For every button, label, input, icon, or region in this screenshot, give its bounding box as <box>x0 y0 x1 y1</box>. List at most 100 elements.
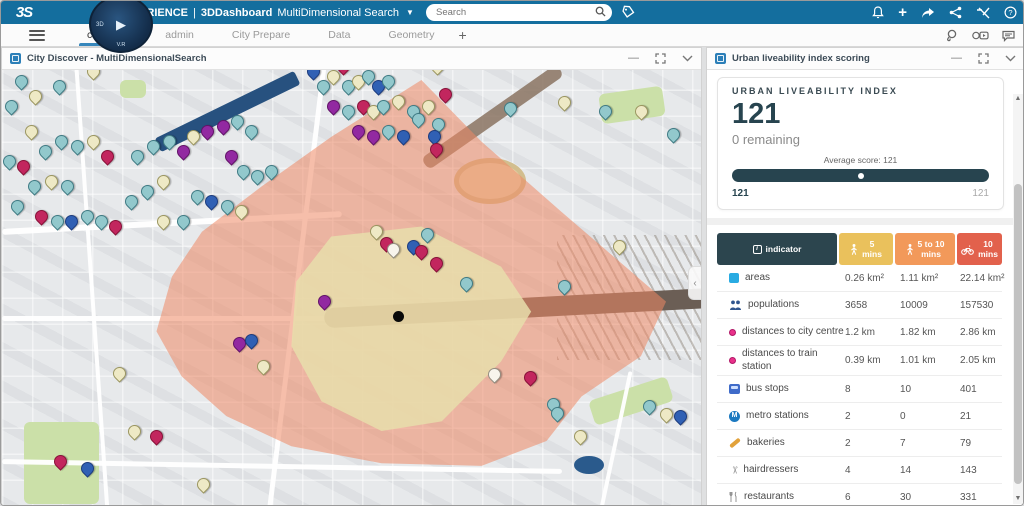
map-pin[interactable] <box>202 192 220 210</box>
dassault-systemes-logo[interactable]: 3S <box>1 4 47 21</box>
tag-icon[interactable] <box>621 5 635 19</box>
map-pin[interactable] <box>22 122 40 140</box>
map-pin[interactable] <box>610 237 628 255</box>
map-pin[interactable] <box>144 137 162 155</box>
map-pin[interactable] <box>36 142 54 160</box>
map-pin[interactable] <box>174 212 192 230</box>
map-pin[interactable] <box>78 459 96 477</box>
map-pin[interactable] <box>262 162 280 180</box>
tab-admin[interactable]: admin <box>157 24 202 46</box>
panel-scrollbar[interactable]: ▲ ▼ <box>1013 94 1023 504</box>
scroll-up-icon[interactable]: ▲ <box>1013 94 1023 104</box>
tab-data[interactable]: Data <box>320 24 358 46</box>
share-arrow-icon[interactable] <box>921 7 935 19</box>
map-pin[interactable] <box>664 125 682 143</box>
map-pin[interactable] <box>640 397 658 415</box>
map-pin[interactable] <box>50 77 68 95</box>
map-pin[interactable] <box>555 277 573 295</box>
maximize-icon[interactable] <box>655 53 666 64</box>
map-pin[interactable] <box>427 140 445 158</box>
map-pin[interactable] <box>138 182 156 200</box>
maximize-icon[interactable] <box>978 53 989 64</box>
share-nodes-icon[interactable] <box>949 6 962 19</box>
add-tab-button[interactable]: + <box>459 27 467 43</box>
map-pin[interactable] <box>51 452 69 470</box>
map-pin[interactable] <box>125 422 143 440</box>
score-range-slider[interactable] <box>732 169 989 182</box>
map-pin[interactable] <box>12 72 30 90</box>
map-pin[interactable] <box>232 202 250 220</box>
map-pin[interactable] <box>418 225 436 243</box>
notifications-bell-icon[interactable] <box>872 6 884 19</box>
map-pin[interactable] <box>32 207 50 225</box>
search-icon[interactable] <box>595 4 606 22</box>
map-pin[interactable] <box>571 427 589 445</box>
comments-icon[interactable] <box>1002 30 1015 42</box>
map-pin[interactable] <box>379 122 397 140</box>
map-pin[interactable] <box>106 217 124 235</box>
dashboard-name[interactable]: MultiDimensional Search <box>277 7 399 19</box>
map-pin[interactable] <box>2 97 20 115</box>
map-pin[interactable] <box>427 254 445 272</box>
map-pin[interactable] <box>364 127 382 145</box>
search-input[interactable] <box>436 7 595 18</box>
map-pin[interactable] <box>389 92 407 110</box>
map-pin[interactable] <box>521 368 539 386</box>
scroll-down-icon[interactable]: ▼ <box>1013 494 1023 504</box>
scrollbar-thumb[interactable] <box>1014 184 1022 484</box>
lasso-search-icon[interactable] <box>945 29 959 42</box>
map-pin[interactable] <box>304 70 322 81</box>
map-pin[interactable] <box>242 122 260 140</box>
panel-collapse-handle[interactable]: ‹ <box>688 266 701 300</box>
map-pin[interactable] <box>58 177 76 195</box>
map-pin[interactable] <box>671 407 689 425</box>
help-icon[interactable]: ? <box>1004 6 1017 19</box>
map-pin[interactable] <box>394 127 412 145</box>
media-player-icon[interactable] <box>972 30 989 41</box>
map-pin[interactable] <box>174 142 192 160</box>
slider-knob[interactable] <box>858 173 864 179</box>
table-header-col3[interactable]: 10 mins <box>957 233 1002 265</box>
map-pin[interactable] <box>154 212 172 230</box>
map-pin[interactable] <box>25 177 43 195</box>
map-pin[interactable] <box>428 70 446 76</box>
map-pin[interactable] <box>349 122 367 140</box>
chevron-down-icon[interactable]: ▼ <box>406 8 414 17</box>
compass-west-label[interactable]: 3D <box>96 22 104 28</box>
map-pin[interactable] <box>596 102 614 120</box>
global-search[interactable] <box>426 4 612 21</box>
tab-geometry[interactable]: Geometry <box>380 24 442 46</box>
map-pin[interactable] <box>128 147 146 165</box>
map-pin[interactable] <box>228 112 246 130</box>
origin-marker[interactable] <box>393 311 404 322</box>
map-pin[interactable] <box>457 274 475 292</box>
map-pin[interactable] <box>194 475 212 493</box>
map-pin[interactable] <box>198 122 216 140</box>
minimize-icon[interactable]: — <box>951 53 962 64</box>
chevron-down-icon[interactable] <box>1005 55 1016 62</box>
map-pin[interactable] <box>147 427 165 445</box>
map-pin[interactable] <box>68 137 86 155</box>
map-pin[interactable] <box>42 172 60 190</box>
3dswym-icon[interactable] <box>976 7 990 19</box>
map-pin[interactable] <box>436 85 454 103</box>
map-pin[interactable] <box>26 87 44 105</box>
table-header-col2[interactable]: 5 to 10 mins <box>895 233 955 265</box>
map-pin[interactable] <box>154 172 172 190</box>
map-pin[interactable] <box>555 93 573 111</box>
map-pin[interactable] <box>8 197 26 215</box>
map-pin[interactable] <box>160 132 178 150</box>
map-pin[interactable] <box>254 357 272 375</box>
tab-city-prepare[interactable]: City Prepare <box>224 24 298 46</box>
compass-south-label[interactable]: V.R <box>117 42 126 48</box>
map-pin[interactable] <box>84 132 102 150</box>
map-pin[interactable] <box>485 365 503 383</box>
table-header-indicator[interactable]: iindicator <box>717 233 837 265</box>
map-pin[interactable] <box>339 102 357 120</box>
map-pin[interactable] <box>222 147 240 165</box>
table-header-col1[interactable]: 5 mins <box>839 233 893 265</box>
map-pin[interactable] <box>62 212 80 230</box>
map-pin[interactable] <box>501 99 519 117</box>
map-pin[interactable] <box>324 97 342 115</box>
chevron-down-icon[interactable] <box>682 55 693 62</box>
